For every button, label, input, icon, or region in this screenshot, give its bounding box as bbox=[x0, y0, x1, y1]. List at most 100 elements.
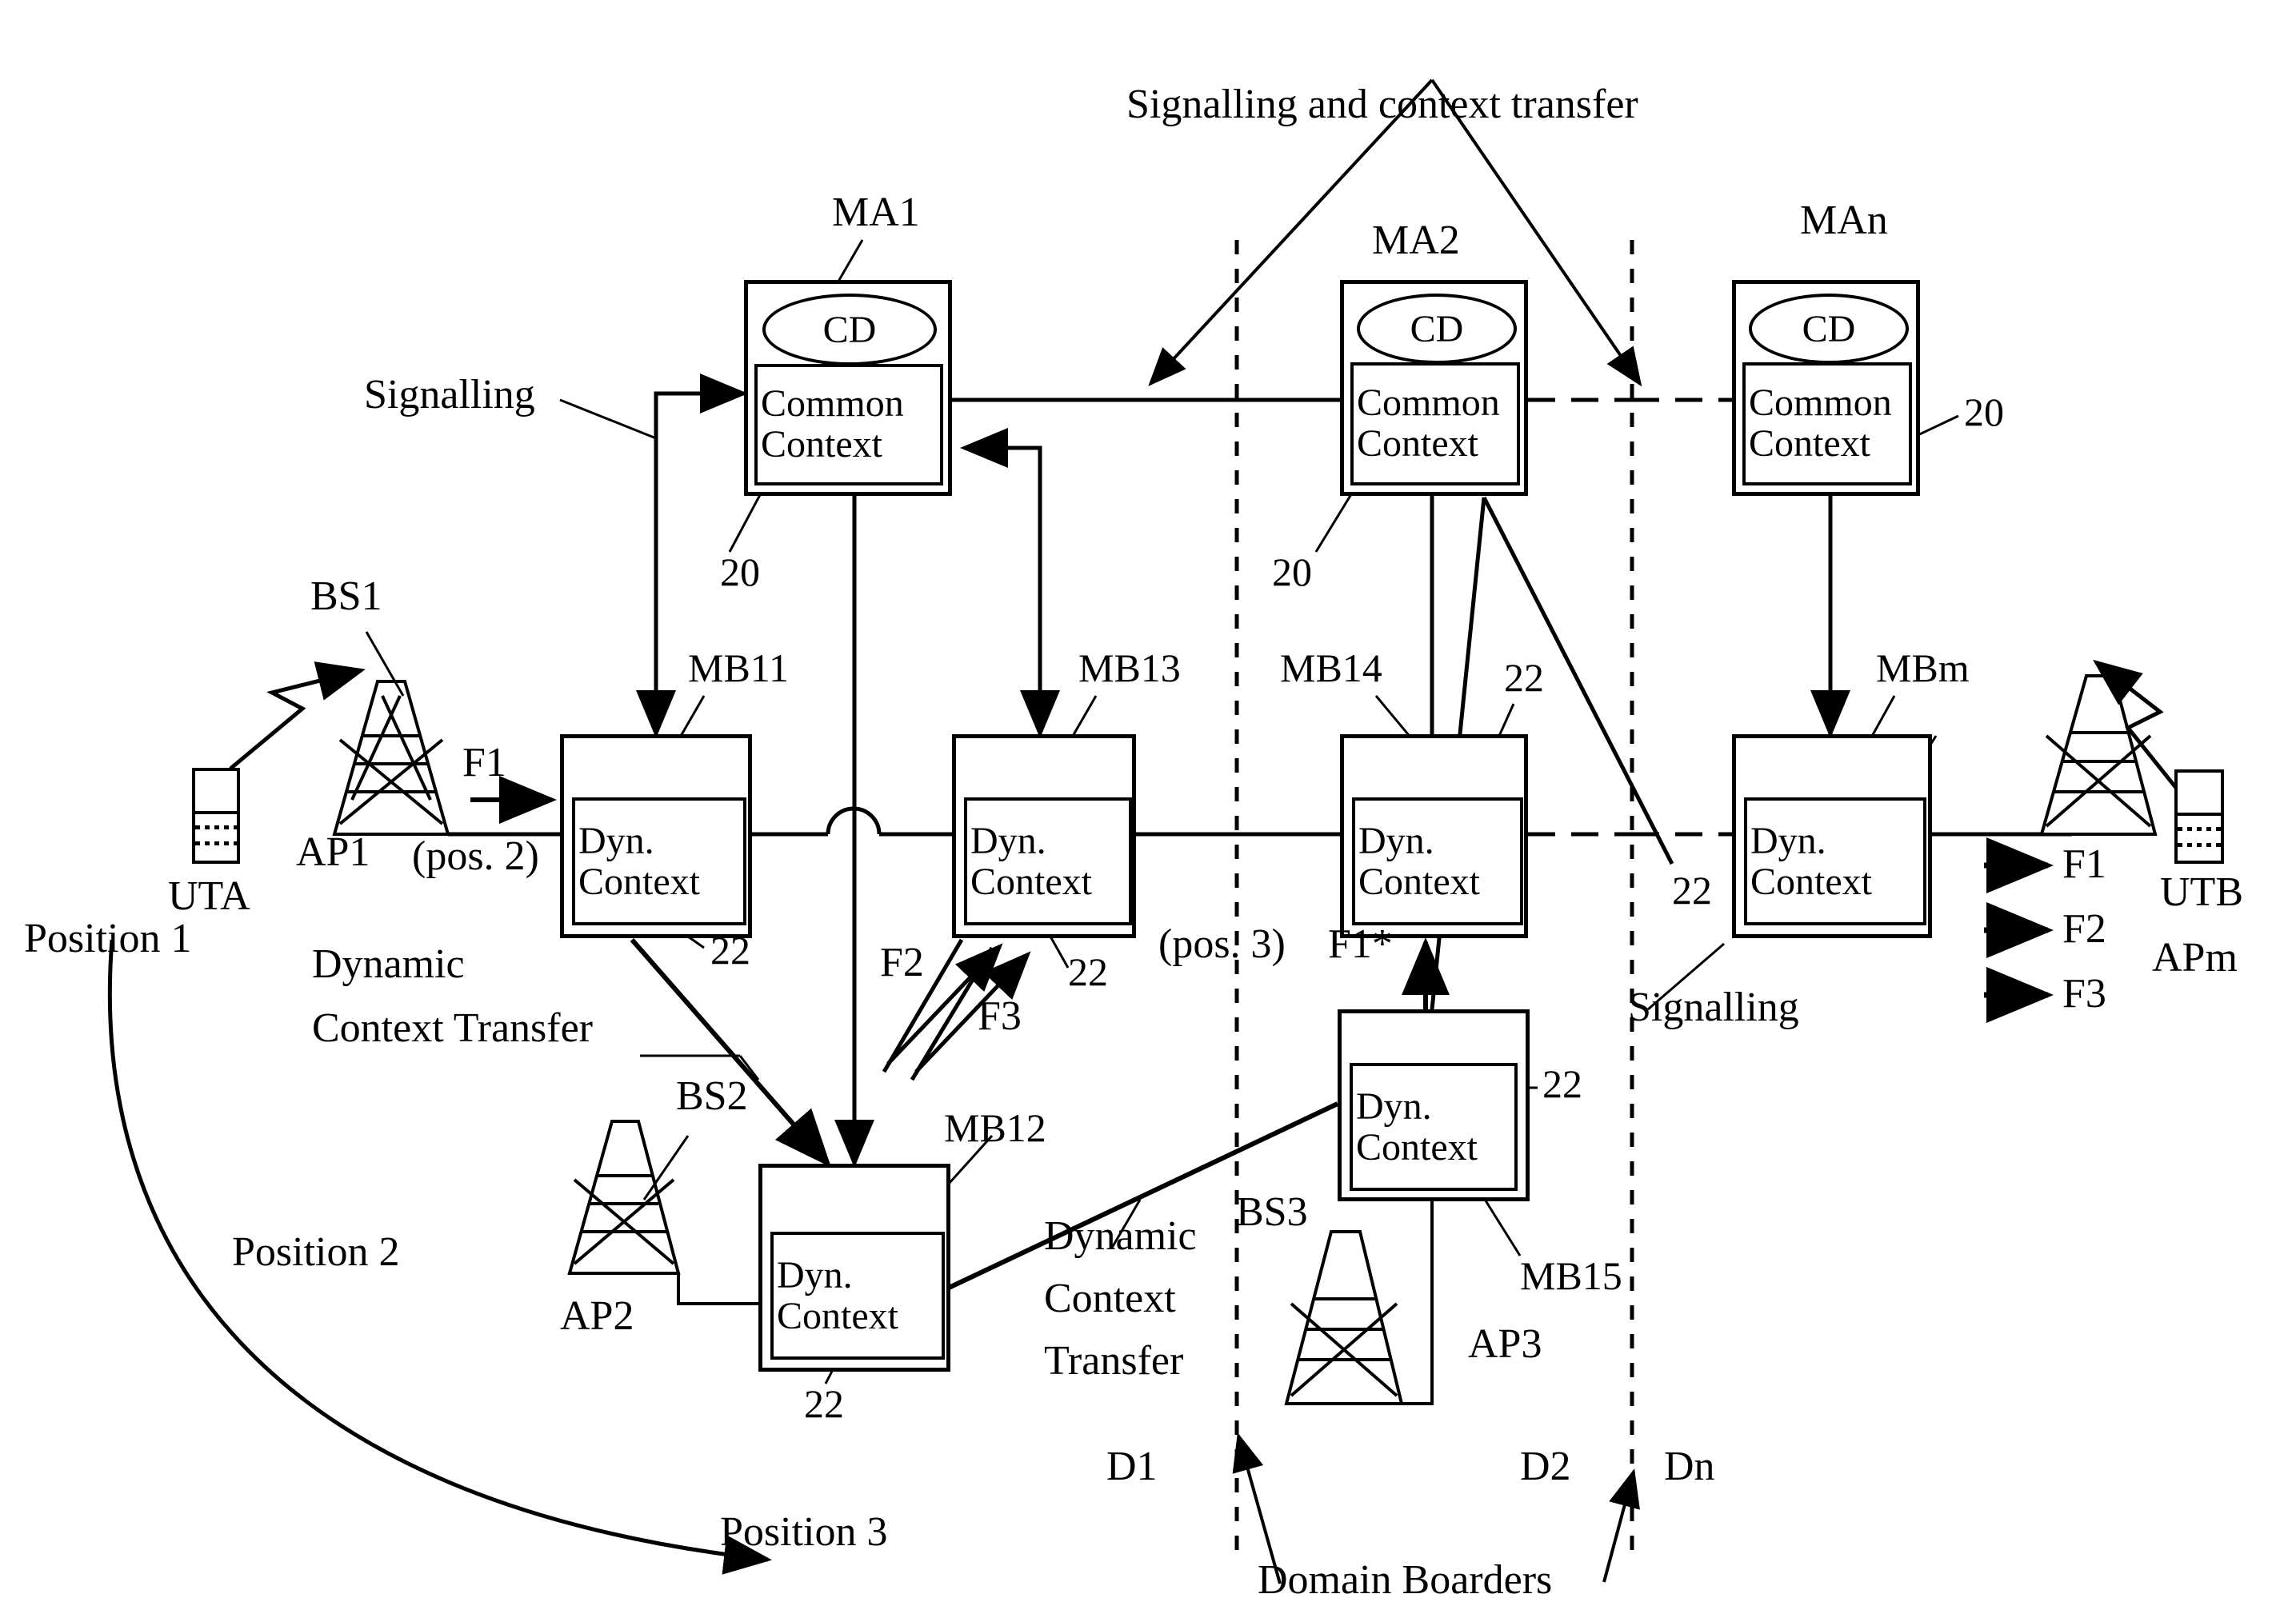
dct-mid-line3: Transfer bbox=[1044, 1338, 1184, 1384]
cd-ellipse-ma2: CD bbox=[1357, 294, 1517, 364]
common-context-ma1[interactable]: Common Context bbox=[754, 364, 943, 485]
dyn-context-line1: Dyn. bbox=[970, 819, 1046, 862]
bs1-tower bbox=[332, 680, 450, 836]
mbm-ref-22: 22 bbox=[1672, 868, 1712, 913]
mb13-label: MB13 bbox=[1078, 645, 1181, 690]
man-label: MAn bbox=[1800, 198, 1888, 243]
apm-label: APm bbox=[2152, 935, 2238, 981]
signalling-context-transfer-title: Signalling and context transfer bbox=[1126, 82, 1638, 127]
ma1-ref-20: 20 bbox=[720, 549, 760, 594]
position-3-label: Position 3 bbox=[720, 1509, 888, 1555]
domain-label-dn: Dn bbox=[1664, 1444, 1715, 1489]
pos3-tag-label: (pos. 3) bbox=[1158, 921, 1286, 967]
bs2-label: BS2 bbox=[676, 1073, 748, 1119]
ma2-ref-20: 20 bbox=[1272, 549, 1312, 594]
signalling-right-label: Signalling bbox=[1628, 985, 1799, 1030]
dyn-context-mb11[interactable]: Dyn. Context bbox=[572, 797, 746, 925]
utb-label: UTB bbox=[2160, 869, 2243, 915]
common-context-line1: Common bbox=[1749, 382, 1892, 425]
dct-left-line1: Dynamic bbox=[312, 941, 465, 987]
dyn-context-line1: Dyn. bbox=[578, 819, 654, 862]
dyn-context-line1: Dyn. bbox=[1358, 819, 1434, 862]
mb-box-mb15[interactable]: Dyn. Context bbox=[1338, 1009, 1530, 1201]
dyn-context-mb15[interactable]: Dyn. Context bbox=[1350, 1063, 1518, 1191]
mb12-label: MB12 bbox=[944, 1105, 1046, 1150]
right-flow-arrows bbox=[1984, 837, 2054, 1023]
dyn-context-mb14[interactable]: Dyn. Context bbox=[1352, 797, 1523, 925]
ma-box-ma2[interactable]: CD Common Context bbox=[1340, 280, 1528, 496]
dyn-context-line2: Context bbox=[1356, 1126, 1478, 1169]
uta-keypad-row1 bbox=[195, 825, 237, 829]
signalling-left-label: Signalling bbox=[364, 372, 535, 417]
ap3-label: AP3 bbox=[1468, 1321, 1542, 1367]
figure-canvas: CD Common Context MA1 20 CD Common Conte… bbox=[0, 0, 2296, 1610]
utb-keypad-row2 bbox=[2178, 843, 2221, 847]
uta-label: UTA bbox=[168, 873, 250, 919]
mb-box-mb12[interactable]: Dyn. Context bbox=[758, 1164, 950, 1372]
right-f2-label: F2 bbox=[2062, 906, 2106, 952]
mb11-ref-22: 22 bbox=[710, 928, 750, 973]
mb-box-mb14[interactable]: Dyn. Context bbox=[1340, 734, 1528, 938]
common-context-line2: Context bbox=[761, 423, 882, 465]
dyn-context-line2: Context bbox=[970, 861, 1092, 903]
common-context-ma2[interactable]: Common Context bbox=[1350, 362, 1520, 485]
mb-box-mb11[interactable]: Dyn. Context bbox=[560, 734, 752, 938]
dyn-context-mb12[interactable]: Dyn. Context bbox=[770, 1232, 945, 1360]
mb12-ref-22: 22 bbox=[804, 1381, 844, 1426]
mb11-label: MB11 bbox=[688, 645, 789, 690]
mb13-to-ma1-arrow bbox=[960, 428, 1042, 734]
utb-screen-divider bbox=[2178, 813, 2221, 816]
f2-label: F2 bbox=[880, 940, 924, 985]
common-context-line1: Common bbox=[761, 382, 904, 425]
cd-ellipse-man: CD bbox=[1749, 294, 1909, 364]
dyn-context-line2: Context bbox=[1750, 861, 1872, 903]
uta-keypad-row2 bbox=[195, 841, 237, 845]
ma1-label: MA1 bbox=[832, 190, 920, 235]
dyn-context-mbm[interactable]: Dyn. Context bbox=[1744, 797, 1926, 925]
cd-ellipse-ma1: CD bbox=[762, 294, 937, 366]
dyn-context-mb13[interactable]: Dyn. Context bbox=[964, 797, 1132, 925]
mbm-label: MBm bbox=[1876, 645, 1970, 690]
f1-label-left: F1 bbox=[462, 740, 506, 785]
dyn-context-line1: Dyn. bbox=[1356, 1085, 1432, 1128]
terminal-uta[interactable] bbox=[192, 768, 240, 864]
mb15-ref-22: 22 bbox=[1542, 1061, 1582, 1106]
mb11-to-mb12-transfer-arrow bbox=[630, 938, 831, 1168]
common-context-line1: Common bbox=[1357, 382, 1500, 425]
common-context-man[interactable]: Common Context bbox=[1742, 362, 1912, 485]
domain-label-d1: D1 bbox=[1106, 1444, 1158, 1489]
bs1-label: BS1 bbox=[310, 573, 382, 619]
ap1-label: AP1 bbox=[296, 829, 370, 875]
ma-box-man[interactable]: CD Common Context bbox=[1732, 280, 1920, 496]
position-1-label: Position 1 bbox=[24, 916, 192, 961]
domain-boarders-label: Domain Boarders bbox=[1258, 1557, 1553, 1603]
common-context-line2: Context bbox=[1357, 422, 1478, 465]
bs2-tower bbox=[567, 1120, 758, 1305]
right-f3-label: F3 bbox=[2062, 971, 2106, 1017]
dyn-context-line2: Context bbox=[777, 1295, 898, 1337]
mb13-ref-22: 22 bbox=[1068, 949, 1108, 994]
f1-star-label: F1* bbox=[1328, 921, 1393, 967]
uta-bs1-radio-link bbox=[229, 661, 366, 770]
signalling-left-leader bbox=[559, 398, 657, 440]
ma-box-ma1[interactable]: CD Common Context bbox=[744, 280, 952, 496]
uta-screen-divider bbox=[195, 811, 237, 814]
common-context-line2: Context bbox=[1749, 422, 1870, 465]
mb14-label: MB14 bbox=[1280, 645, 1382, 690]
apm-tower bbox=[2039, 674, 2158, 836]
mb15-label: MB15 bbox=[1520, 1253, 1622, 1298]
f3-label: F3 bbox=[978, 993, 1022, 1039]
dyn-context-line1: Dyn. bbox=[1750, 819, 1826, 862]
dct-mid-line2: Context bbox=[1044, 1276, 1176, 1321]
mb14-ref-22: 22 bbox=[1504, 655, 1544, 700]
dyn-context-line2: Context bbox=[1358, 861, 1480, 903]
bs3-tower bbox=[1284, 1176, 1434, 1405]
dyn-context-line2: Context bbox=[578, 861, 700, 903]
terminal-utb[interactable] bbox=[2174, 769, 2224, 864]
pos2-tag-label: (pos. 2) bbox=[412, 833, 539, 879]
mb-box-mb13[interactable]: Dyn. Context bbox=[952, 734, 1136, 938]
right-f1-label: F1 bbox=[2062, 841, 2106, 887]
mb-box-mbm[interactable]: Dyn. Context bbox=[1732, 734, 1932, 938]
dct-mid-line1: Dynamic bbox=[1044, 1213, 1197, 1259]
dyn-context-line1: Dyn. bbox=[777, 1253, 853, 1296]
